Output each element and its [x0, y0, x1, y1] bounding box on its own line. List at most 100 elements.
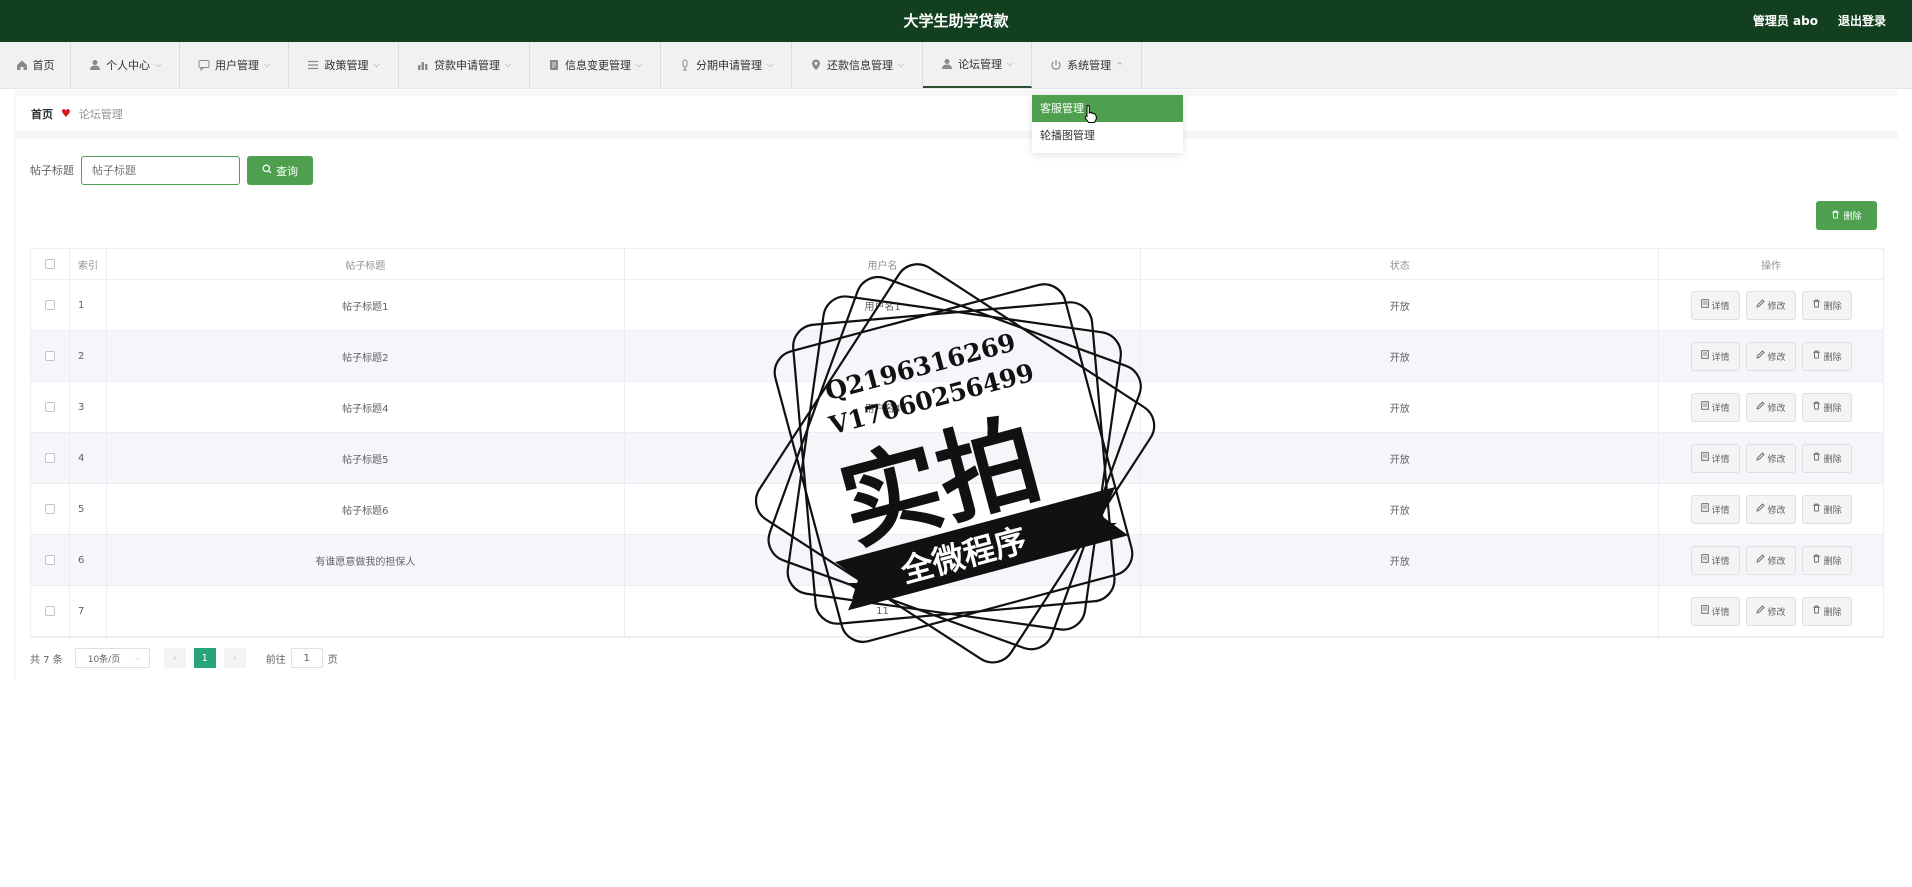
delete-button[interactable]: 删除 — [1801, 392, 1852, 422]
menu-label: 用户管理 — [214, 59, 259, 72]
trash-icon — [1812, 554, 1821, 566]
menu-label: 政策管理 — [324, 59, 369, 72]
menu-item-home[interactable]: 首页 — [0, 42, 71, 88]
page-size-select[interactable]: 10条/页 ⌵ — [74, 648, 150, 668]
menu-item-personal-center[interactable]: 个人中心 ⌵ — [71, 42, 180, 88]
page-number[interactable]: 1 — [193, 648, 216, 668]
row-select[interactable] — [31, 535, 70, 585]
edit-button[interactable]: 修改 — [1745, 341, 1796, 371]
delete-button[interactable]: 删除 — [1801, 341, 1852, 371]
detail-button[interactable]: 详情 — [1690, 341, 1740, 371]
edit-button[interactable]: 修改 — [1745, 443, 1796, 473]
home-icon — [16, 59, 28, 71]
delete-button[interactable]: 删除 — [1801, 596, 1852, 626]
dropdown-item-carousel[interactable]: 轮播图管理 — [1032, 122, 1183, 149]
row-select[interactable] — [31, 280, 70, 330]
detail-button[interactable]: 详情 — [1690, 545, 1740, 575]
row-title: 帖子标题1 — [107, 280, 625, 330]
checkbox[interactable] — [44, 555, 55, 565]
row-username — [625, 331, 1142, 381]
row-title: 有谁愿意做我的担保人 — [107, 535, 625, 585]
menu-item-installment[interactable]: 分期申请管理 ⌵ — [661, 42, 792, 88]
chevron-down-icon: ⌵ — [1006, 59, 1014, 68]
search-input[interactable] — [81, 156, 240, 185]
row-select[interactable] — [31, 484, 70, 534]
row-username — [625, 433, 1142, 483]
header-title: 帖子标题 — [107, 249, 625, 279]
row-select[interactable] — [31, 586, 70, 636]
forum-table: 索引 帖子标题 用户名 状态 操作 1 帖子标题1 用户名1 开放 详情 修改 删除 2 帖子标… — [30, 248, 1884, 638]
edit-icon — [1755, 503, 1765, 515]
checkbox[interactable] — [44, 453, 55, 463]
detail-label: 详情 — [1711, 352, 1730, 363]
menu-item-system[interactable]: 系统管理 ^ — [1032, 42, 1142, 88]
table-header: 索引 帖子标题 用户名 状态 操作 — [31, 249, 1883, 280]
menu-item-info-change[interactable]: 信息变更管理 ⌵ — [530, 42, 661, 88]
menu-label: 信息变更管理 — [564, 59, 631, 72]
next-page-button[interactable]: › — [223, 648, 246, 668]
row-select[interactable] — [31, 382, 70, 432]
breadcrumb-current: 论坛管理 — [78, 107, 123, 121]
table-row: 3 帖子标题4 用户名4 开放 详情 修改 删除 — [31, 382, 1883, 433]
delete-button[interactable]: 删除 — [1801, 494, 1852, 524]
breadcrumb-home[interactable]: 首页 — [31, 106, 53, 122]
logout-link[interactable]: 退出登录 — [1838, 12, 1886, 29]
menu-item-loan-application[interactable]: 贷款申请管理 ⌵ — [399, 42, 530, 88]
row-select[interactable] — [31, 331, 70, 381]
menu-label: 个人中心 — [105, 59, 150, 72]
menu-item-policy-management[interactable]: 政策管理 ⌵ — [289, 42, 399, 88]
menu-item-user-management[interactable]: 用户管理 ⌵ — [180, 42, 289, 88]
delete-label: 删除 — [1823, 607, 1842, 618]
delete-label: 删除 — [1823, 556, 1842, 567]
row-select[interactable] — [31, 433, 70, 483]
chevron-down-icon: ⌵ — [263, 60, 271, 69]
row-username — [625, 535, 1142, 585]
row-actions: 详情 修改 删除 — [1659, 484, 1883, 534]
header-select-all[interactable] — [31, 249, 70, 279]
delete-button[interactable]: 删除 — [1801, 443, 1852, 473]
edit-button[interactable]: 修改 — [1745, 596, 1796, 626]
chevron-down-icon: ⌵ — [134, 653, 141, 662]
edit-label: 修改 — [1767, 454, 1786, 465]
edit-button[interactable]: 修改 — [1745, 290, 1796, 320]
checkbox[interactable] — [44, 606, 55, 616]
detail-button[interactable]: 详情 — [1690, 290, 1740, 320]
edit-icon — [1755, 299, 1765, 311]
detail-button[interactable]: 详情 — [1690, 596, 1740, 626]
search-label: 帖子标题 — [30, 164, 74, 177]
detail-button[interactable]: 详情 — [1690, 443, 1740, 473]
checkbox[interactable] — [44, 402, 55, 412]
checkbox[interactable] — [44, 504, 55, 514]
row-status: 开放 — [1141, 280, 1660, 330]
row-index: 5 — [70, 484, 107, 534]
menu-item-forum[interactable]: 论坛管理 ⌵ — [923, 42, 1032, 88]
row-username: 用户名4 — [625, 382, 1142, 432]
batch-delete-button[interactable]: 删除 — [1816, 201, 1877, 230]
edit-button[interactable]: 修改 — [1745, 545, 1796, 575]
edit-label: 修改 — [1767, 403, 1786, 414]
edit-button[interactable]: 修改 — [1745, 392, 1796, 422]
heart-icon: ♥ — [61, 107, 71, 120]
row-status: 开放 — [1141, 484, 1660, 534]
delete-button[interactable]: 删除 — [1801, 290, 1852, 320]
row-status: 开放 — [1141, 382, 1660, 432]
detail-label: 详情 — [1711, 403, 1730, 414]
detail-button[interactable]: 详情 — [1690, 392, 1740, 422]
goto-page-input[interactable] — [290, 648, 323, 668]
checkbox[interactable] — [44, 300, 55, 310]
edit-icon — [1755, 452, 1765, 464]
checkbox[interactable] — [44, 259, 55, 269]
query-button[interactable]: 查询 — [247, 156, 313, 185]
detail-button[interactable]: 详情 — [1690, 494, 1740, 524]
menu-item-repayment[interactable]: 还款信息管理 ⌵ — [792, 42, 923, 88]
list-icon — [307, 59, 319, 71]
row-actions: 详情 修改 删除 — [1659, 280, 1883, 330]
checkbox[interactable] — [44, 351, 55, 361]
edit-button[interactable]: 修改 — [1745, 494, 1796, 524]
chevron-down-icon: ⌵ — [154, 60, 162, 69]
delete-button[interactable]: 删除 — [1801, 545, 1852, 575]
table-row: 5 帖子标题6 开放 详情 修改 删除 — [31, 484, 1883, 535]
dropdown-item-customer-service[interactable]: 客服管理 — [1032, 95, 1183, 122]
prev-page-button[interactable]: ‹ — [163, 648, 186, 668]
edit-label: 修改 — [1767, 556, 1786, 567]
